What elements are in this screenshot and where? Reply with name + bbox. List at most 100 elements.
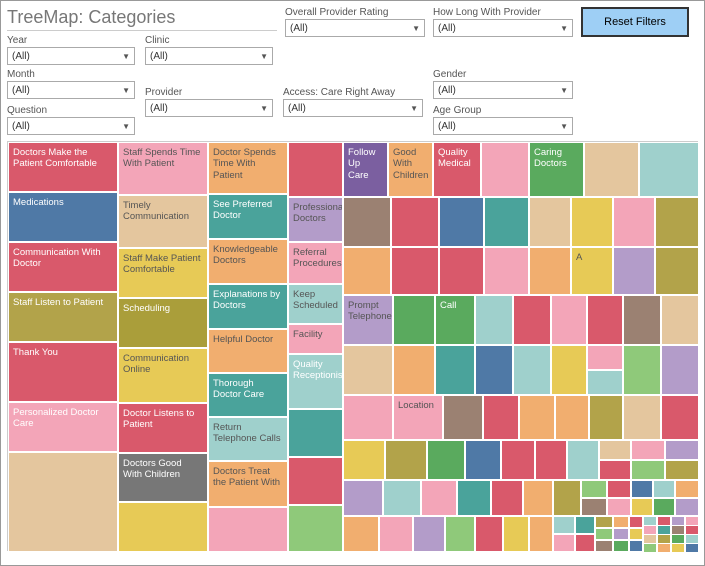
provider-dropdown[interactable]: (All)▼ xyxy=(145,99,273,117)
treemap-cell[interactable] xyxy=(343,440,385,480)
treemap-cell[interactable]: Return Telephone Calls xyxy=(208,417,288,461)
treemap-cell[interactable] xyxy=(343,480,383,516)
treemap-cell[interactable] xyxy=(435,345,475,395)
treemap-cell[interactable] xyxy=(631,460,665,480)
treemap-cell[interactable] xyxy=(675,498,699,516)
treemap-cell[interactable] xyxy=(589,395,623,440)
treemap-cell[interactable]: Location xyxy=(393,395,443,440)
treemap-cell[interactable]: Quality Receptionists xyxy=(288,354,343,409)
treemap-cell[interactable]: Quality Medical xyxy=(433,142,481,197)
treemap-cell[interactable]: Scheduling xyxy=(118,298,208,348)
treemap-cell[interactable] xyxy=(391,197,439,247)
treemap-cell[interactable]: Staff Listen to Patient xyxy=(8,292,118,342)
treemap-cell[interactable] xyxy=(529,197,571,247)
treemap-cell[interactable] xyxy=(665,440,699,460)
treemap-cell[interactable] xyxy=(653,480,675,498)
treemap-cell[interactable]: Professional Doctors xyxy=(288,197,343,242)
treemap-cell[interactable] xyxy=(8,452,118,552)
treemap-cell[interactable] xyxy=(118,502,208,552)
treemap-cell[interactable] xyxy=(208,507,288,552)
reset-filters-button[interactable]: Reset Filters xyxy=(581,7,689,37)
treemap-cell[interactable] xyxy=(623,345,661,395)
treemap-cell[interactable] xyxy=(513,345,551,395)
treemap-cell[interactable]: Referral Procedures xyxy=(288,242,343,284)
treemap-cell[interactable] xyxy=(439,197,484,247)
treemap-cell[interactable] xyxy=(595,516,613,528)
treemap-cell[interactable] xyxy=(653,498,675,516)
treemap-cell[interactable] xyxy=(553,480,581,516)
treemap-cell[interactable] xyxy=(613,516,629,528)
treemap-cell[interactable] xyxy=(623,395,661,440)
treemap-cell[interactable] xyxy=(595,528,613,540)
treemap-cell[interactable] xyxy=(288,142,343,197)
treemap-cell[interactable]: Doctor Listens to Patient xyxy=(118,403,208,453)
month-dropdown[interactable]: (All)▼ xyxy=(7,81,135,99)
treemap-cell[interactable] xyxy=(288,505,343,552)
treemap-cell[interactable]: Facility xyxy=(288,324,343,354)
treemap-cell[interactable] xyxy=(607,498,631,516)
treemap-cell[interactable] xyxy=(661,395,699,440)
age-group-dropdown[interactable]: (All)▼ xyxy=(433,117,573,135)
treemap-cell[interactable] xyxy=(657,543,671,553)
treemap-cell[interactable] xyxy=(655,197,699,247)
treemap-cell[interactable] xyxy=(421,480,457,516)
treemap-cell[interactable]: Prompt Telephone xyxy=(343,295,393,345)
treemap-cell[interactable] xyxy=(661,345,699,395)
treemap-cell[interactable]: Explanations by Doctors xyxy=(208,284,288,329)
treemap-cell[interactable] xyxy=(288,457,343,505)
treemap-chart[interactable]: Doctors Make the Patient Comfortable Med… xyxy=(7,141,698,551)
treemap-cell[interactable] xyxy=(483,395,519,440)
treemap-cell[interactable] xyxy=(629,528,643,540)
treemap-cell[interactable] xyxy=(535,440,567,480)
treemap-cell[interactable]: Caring Doctors xyxy=(529,142,584,197)
treemap-cell[interactable] xyxy=(631,498,653,516)
treemap-cell[interactable] xyxy=(575,534,595,552)
treemap-cell[interactable]: Staff Make Patient Comfortable xyxy=(118,248,208,298)
treemap-cell[interactable]: A xyxy=(571,247,613,295)
treemap-cell[interactable] xyxy=(599,460,631,480)
treemap-cell[interactable] xyxy=(661,295,699,345)
treemap-cell[interactable] xyxy=(379,516,413,552)
treemap-cell[interactable]: Call xyxy=(435,295,475,345)
overall-rating-dropdown[interactable]: (All)▼ xyxy=(285,19,425,37)
treemap-cell[interactable] xyxy=(475,295,513,345)
treemap-cell[interactable] xyxy=(629,516,643,528)
treemap-cell[interactable] xyxy=(519,395,555,440)
year-dropdown[interactable]: (All)▼ xyxy=(7,47,135,65)
treemap-cell[interactable]: Good With Children xyxy=(388,142,433,197)
treemap-cell[interactable]: Communication With Doctor xyxy=(8,242,118,292)
treemap-cell[interactable] xyxy=(584,142,639,197)
treemap-cell[interactable] xyxy=(343,247,391,295)
treemap-cell[interactable] xyxy=(343,345,393,395)
treemap-cell[interactable] xyxy=(581,480,607,498)
treemap-cell[interactable]: Thank You xyxy=(8,342,118,402)
treemap-cell[interactable] xyxy=(491,480,523,516)
treemap-cell[interactable] xyxy=(587,345,623,370)
treemap-cell[interactable] xyxy=(529,247,571,295)
treemap-cell[interactable] xyxy=(607,480,631,498)
treemap-cell[interactable] xyxy=(553,534,575,552)
treemap-cell[interactable] xyxy=(501,440,535,480)
treemap-cell[interactable]: Medications xyxy=(8,192,118,242)
how-long-dropdown[interactable]: (All)▼ xyxy=(433,19,573,37)
treemap-cell[interactable] xyxy=(671,543,685,553)
treemap-cell[interactable] xyxy=(571,197,613,247)
treemap-cell[interactable] xyxy=(465,440,501,480)
treemap-cell[interactable] xyxy=(613,247,655,295)
treemap-cell[interactable] xyxy=(385,440,427,480)
treemap-cell[interactable] xyxy=(685,543,699,553)
treemap-cell[interactable] xyxy=(475,345,513,395)
treemap-cell[interactable] xyxy=(613,528,629,540)
treemap-cell[interactable] xyxy=(443,395,483,440)
treemap-cell[interactable] xyxy=(655,247,699,295)
treemap-cell[interactable]: Personalized Doctor Care xyxy=(8,402,118,452)
treemap-cell[interactable]: Timely Communication xyxy=(118,195,208,248)
treemap-cell[interactable] xyxy=(629,540,643,552)
treemap-cell[interactable] xyxy=(631,440,665,460)
treemap-cell[interactable] xyxy=(439,247,484,295)
treemap-cell[interactable] xyxy=(343,395,393,440)
treemap-cell[interactable] xyxy=(484,197,529,247)
treemap-cell[interactable] xyxy=(623,295,661,345)
treemap-cell[interactable] xyxy=(343,516,379,552)
treemap-cell[interactable] xyxy=(575,516,595,534)
